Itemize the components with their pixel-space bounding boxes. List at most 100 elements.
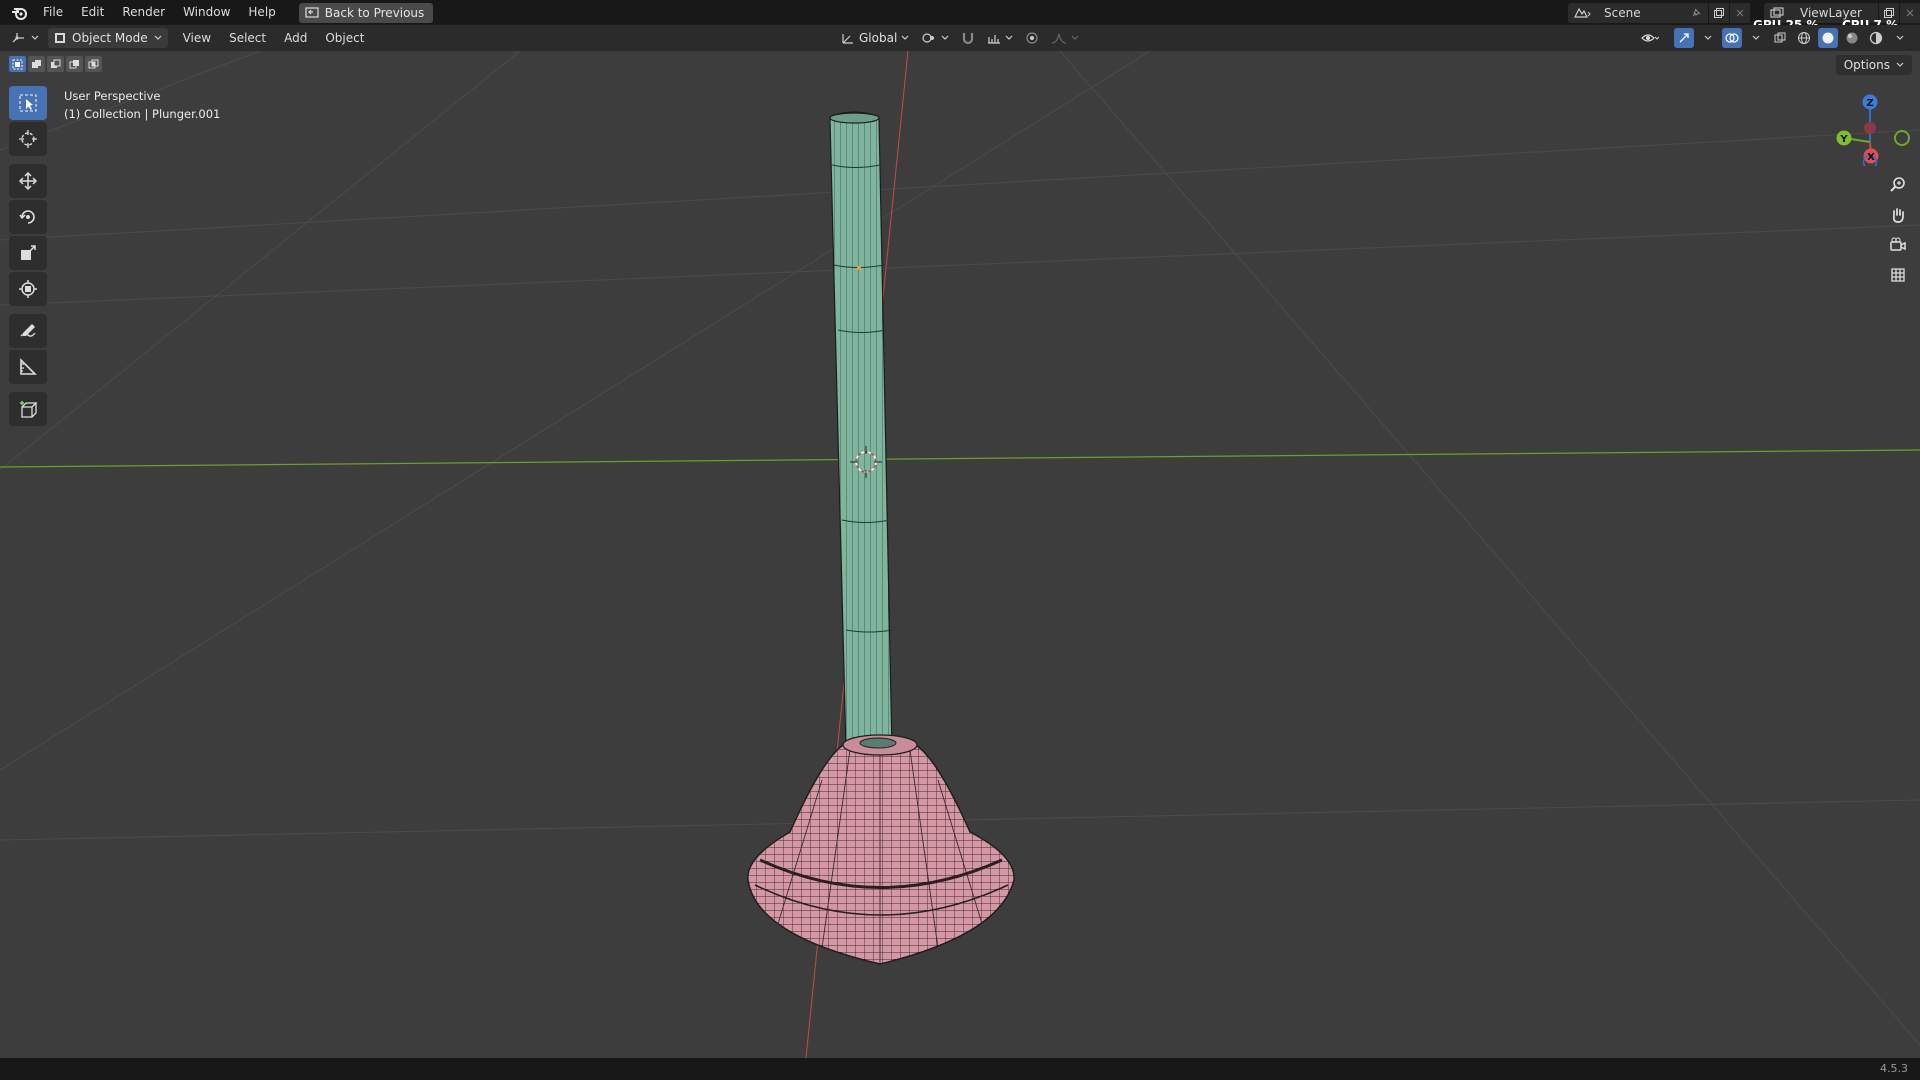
select-mode-difference[interactable] xyxy=(66,56,83,72)
transform-icon xyxy=(19,280,37,298)
tool-scale[interactable] xyxy=(9,236,47,270)
delete-view-layer-button[interactable] xyxy=(1900,2,1920,23)
xray-icon xyxy=(1774,32,1786,43)
pivot-icon xyxy=(922,33,935,43)
chevron-down-icon xyxy=(901,35,909,40)
tool-rotate[interactable] xyxy=(9,200,47,234)
collection-object-label: (1) Collection | Plunger.001 xyxy=(64,107,221,121)
selection-mode-buttons xyxy=(9,56,102,72)
gizmo-x-label: X xyxy=(1867,152,1875,163)
viewport-scene xyxy=(0,51,1920,1058)
y-axis-line xyxy=(0,449,1920,468)
overlays-toggle[interactable] xyxy=(1722,28,1742,48)
menu-file[interactable]: File xyxy=(34,0,72,25)
chevron-down-icon xyxy=(941,35,949,40)
tool-transform[interactable] xyxy=(9,272,47,306)
ruler-icon xyxy=(20,358,37,375)
editor-type-button[interactable] xyxy=(10,28,40,48)
tool-measure[interactable] xyxy=(9,350,47,384)
duplicate-icon xyxy=(1884,7,1894,18)
tool-annotate[interactable] xyxy=(9,314,47,348)
tool-select-box[interactable] xyxy=(9,86,47,120)
menu-help[interactable]: Help xyxy=(239,0,284,25)
back-to-previous-button[interactable]: Back to Previous xyxy=(298,2,434,23)
chevron-down-icon xyxy=(154,35,162,40)
visibility-dropdown[interactable] xyxy=(1640,28,1660,48)
pin-icon[interactable] xyxy=(1690,7,1702,19)
header-menu-select[interactable]: Select xyxy=(220,31,275,45)
snap-target-dropdown[interactable] xyxy=(984,28,1016,48)
render-layers-icon xyxy=(1770,6,1784,18)
shading-dropdown[interactable] xyxy=(1890,28,1910,48)
3d-viewport[interactable]: User Perspective (1) Collection | Plunge… xyxy=(0,51,1920,1058)
delete-scene-button[interactable] xyxy=(1730,2,1750,23)
viewport-info: User Perspective (1) Collection | Plunge… xyxy=(64,87,220,123)
snap-increment-icon xyxy=(988,35,1001,44)
tool-move[interactable] xyxy=(9,164,47,198)
blender-version: 4.5.3 xyxy=(1880,1062,1908,1075)
select-extend-icon xyxy=(32,59,41,68)
select-difference-icon xyxy=(69,59,79,68)
zoom-button[interactable] xyxy=(1883,170,1913,200)
close-icon xyxy=(1736,9,1744,16)
shading-wireframe-button[interactable] xyxy=(1794,28,1814,48)
ortho-perspective-toggle[interactable] xyxy=(1883,260,1913,290)
navigation-gizmo[interactable]: Z Y X xyxy=(1824,86,1920,170)
select-mode-extend[interactable] xyxy=(28,56,45,72)
shading-rendered-button[interactable] xyxy=(1866,28,1886,48)
snap-toggle[interactable] xyxy=(958,28,978,48)
options-dropdown[interactable]: Options xyxy=(1835,55,1912,75)
overlays-icon xyxy=(1725,33,1739,43)
proportional-falloff-dropdown[interactable] xyxy=(1048,28,1082,48)
select-mode-intersect[interactable] xyxy=(85,56,102,72)
plunger-handle xyxy=(829,111,893,753)
tool-cursor[interactable] xyxy=(9,122,47,156)
viewport-header: Object Mode View Select Add Object Globa… xyxy=(0,25,1920,51)
rotate-icon xyxy=(19,210,35,224)
menu-render[interactable]: Render xyxy=(113,0,174,25)
shading-solid-button[interactable] xyxy=(1818,28,1838,48)
chevron-down-icon xyxy=(1896,62,1904,67)
select-mode-subtract[interactable] xyxy=(47,56,64,72)
proportional-edit-toggle[interactable] xyxy=(1022,28,1042,48)
scene-browse-button[interactable] xyxy=(1568,2,1596,23)
add-cube-icon xyxy=(20,401,38,418)
scene-name-field[interactable]: Scene xyxy=(1596,2,1708,23)
gizmo-icon xyxy=(1679,33,1689,43)
header-menu-object[interactable]: Object xyxy=(316,31,373,45)
pan-button[interactable] xyxy=(1883,200,1913,230)
menu-edit[interactable]: Edit xyxy=(72,0,113,25)
transform-tools: Global xyxy=(838,28,1082,48)
gizmo-dropdown[interactable] xyxy=(1698,28,1718,48)
close-icon xyxy=(1906,9,1914,16)
transform-orientation-dropdown[interactable]: Global xyxy=(838,28,912,48)
object-mode-label: Object Mode xyxy=(72,31,148,45)
select-mode-new[interactable] xyxy=(9,56,26,72)
wireframe-sphere-icon xyxy=(1798,32,1810,44)
gizmo-toggle[interactable] xyxy=(1674,28,1694,48)
new-scene-button[interactable] xyxy=(1709,2,1729,23)
camera-view-button[interactable] xyxy=(1883,230,1913,260)
gizmo-z-label: Z xyxy=(1866,98,1873,109)
menu-window[interactable]: Window xyxy=(174,0,239,25)
overlays-dropdown[interactable] xyxy=(1746,28,1766,48)
perspective-label: User Perspective xyxy=(64,89,161,103)
navigation-buttons xyxy=(1883,170,1913,290)
chevron-down-icon xyxy=(1752,35,1760,40)
object-mode-dropdown[interactable]: Object Mode xyxy=(48,28,168,48)
select-intersect-icon xyxy=(88,59,99,68)
blender-logo-icon[interactable] xyxy=(8,2,30,24)
chevron-down-icon xyxy=(1071,35,1079,40)
shading-material-button[interactable] xyxy=(1842,28,1862,48)
tool-shelf xyxy=(9,86,47,428)
pivot-point-dropdown[interactable] xyxy=(918,28,952,48)
magnifier-icon xyxy=(1890,177,1905,192)
falloff-curve-icon xyxy=(1052,33,1067,44)
xray-toggle[interactable] xyxy=(1770,28,1790,48)
grid-icon xyxy=(1891,268,1905,282)
header-menu-view[interactable]: View xyxy=(174,31,220,45)
tool-add-cube[interactable] xyxy=(9,392,47,426)
viewport-display-controls xyxy=(1640,28,1910,48)
scale-icon xyxy=(21,245,36,260)
header-menu-add[interactable]: Add xyxy=(275,31,316,45)
